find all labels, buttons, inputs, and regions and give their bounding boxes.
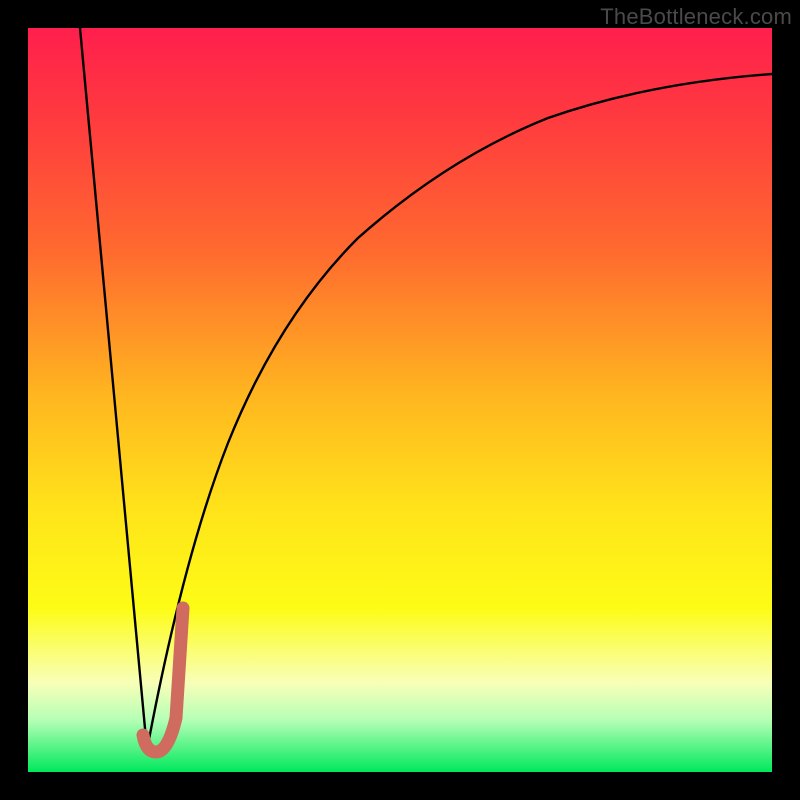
main-curve [147, 74, 772, 750]
watermark-text: TheBottleneck.com [600, 4, 792, 30]
marker-j [143, 608, 183, 752]
plot-area [28, 28, 772, 772]
chart-frame: TheBottleneck.com [0, 0, 800, 800]
chart-svg [28, 28, 772, 772]
left-v-line [80, 28, 147, 750]
